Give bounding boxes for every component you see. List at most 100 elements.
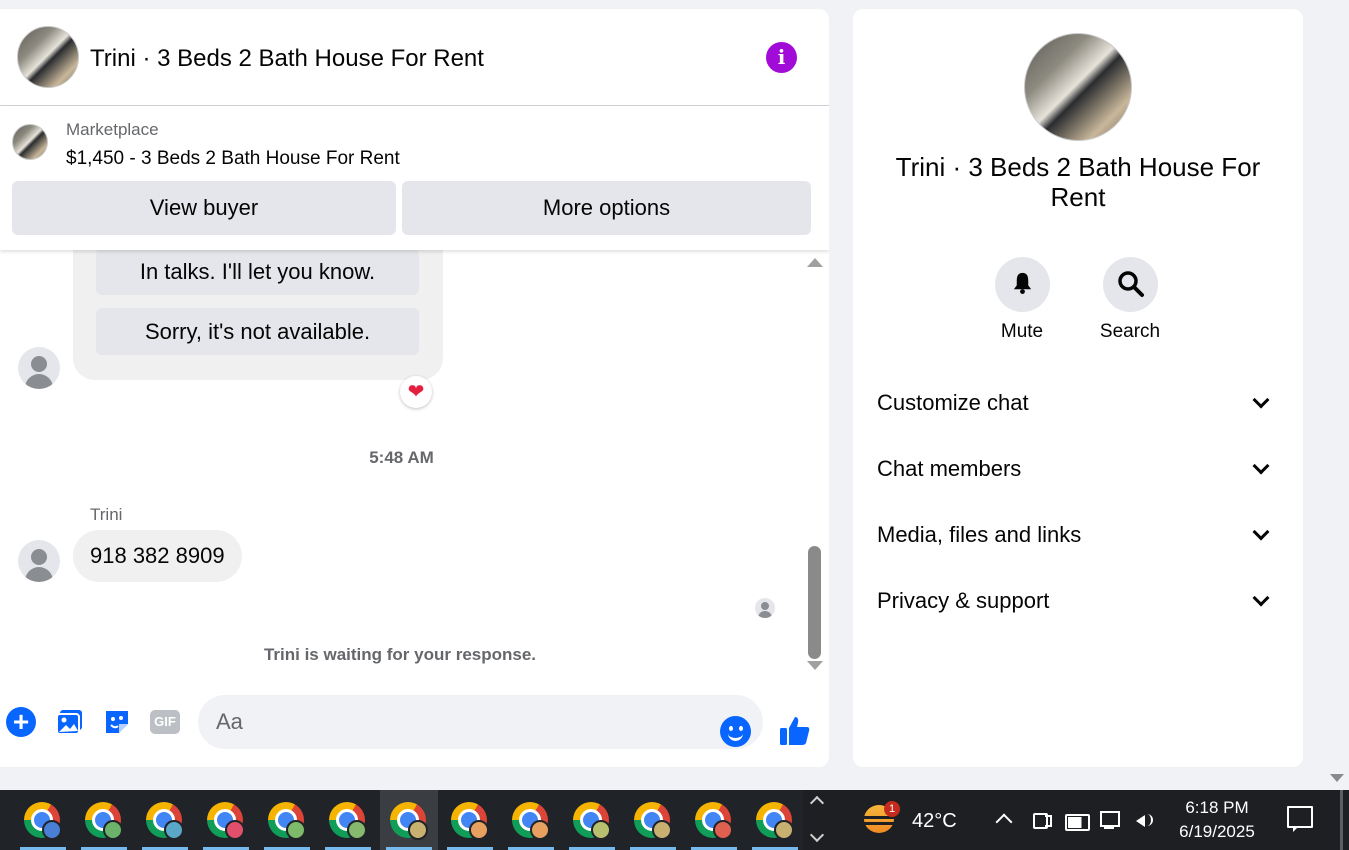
show-desktop-button[interactable]: [1340, 790, 1343, 850]
taskbar-chrome-window[interactable]: [441, 790, 499, 850]
profile-avatar-icon: [713, 820, 733, 840]
section-customize-chat[interactable]: Customize chat: [877, 382, 1279, 422]
profile-avatar-icon: [225, 820, 245, 840]
message-composer: + GIF: [0, 686, 829, 756]
scroll-thumb[interactable]: [808, 546, 821, 659]
chevron-down-icon: [1252, 391, 1270, 409]
volume-icon[interactable]: [1134, 808, 1158, 832]
taskbar-chrome-window[interactable]: [319, 790, 377, 850]
info-icon[interactable]: i: [766, 42, 797, 73]
section-privacy-support[interactable]: Privacy & support: [877, 580, 1279, 620]
taskbar-chrome-window[interactable]: [624, 790, 682, 850]
seen-indicator-avatar: [755, 598, 775, 618]
chat-info-panel: Trini · 3 Beds 2 Bath House For Rent Mut…: [853, 9, 1303, 767]
profile-avatar-icon: [530, 820, 550, 840]
marketplace-label: Marketplace: [66, 120, 159, 139]
search-label: Search: [1099, 321, 1161, 342]
message-bubble[interactable]: 918 382 8909: [73, 530, 242, 582]
profile-avatar-icon: [347, 820, 367, 840]
profile-avatar-icon: [164, 820, 184, 840]
clock-date: 6/19/2025: [1179, 822, 1255, 841]
chevron-down-icon: [1252, 523, 1270, 541]
profile-avatar-icon: [469, 820, 489, 840]
profile-avatar-icon: [42, 820, 62, 840]
weather-temperature[interactable]: 42°C: [912, 810, 957, 833]
photo-icon[interactable]: [55, 707, 85, 737]
profile-avatar-icon: [103, 820, 123, 840]
taskbar: 1 42°C 6:18 PM 6/19/2025: [0, 790, 1349, 850]
search-button[interactable]: Search: [1075, 257, 1185, 343]
view-buyer-button[interactable]: View buyer: [12, 181, 396, 235]
message-scrollbar[interactable]: [803, 250, 827, 675]
info-avatar: [1024, 33, 1132, 141]
chevron-down-icon: [1252, 457, 1270, 475]
taskbar-chrome-window[interactable]: [746, 790, 804, 850]
chat-header: Trini · 3 Beds 2 Bath House For Rent i: [0, 9, 829, 106]
section-label: Privacy & support: [877, 588, 1050, 613]
message-list: In talks. I'll let you know. Sorry, it's…: [0, 250, 803, 675]
section-chat-members[interactable]: Chat members: [877, 448, 1279, 488]
info-title: Trini · 3 Beds 2 Bath House For Rent: [895, 152, 1261, 212]
page-scroll-down-arrow[interactable]: [1330, 774, 1344, 782]
taskbar-chrome-window[interactable]: [14, 790, 72, 850]
network-icon[interactable]: [1098, 808, 1122, 832]
taskbar-chrome-window[interactable]: [75, 790, 133, 850]
thumbs-up-icon[interactable]: [778, 714, 812, 748]
chevron-down-icon[interactable]: [809, 827, 825, 843]
mute-circle[interactable]: [994, 257, 1050, 312]
scroll-down-arrow[interactable]: [807, 661, 823, 670]
battery-icon[interactable]: [1064, 808, 1090, 832]
notification-icon[interactable]: [1287, 806, 1313, 832]
heart-reaction-icon[interactable]: ❤: [400, 376, 432, 408]
sticker-icon[interactable]: [102, 707, 132, 737]
message-timestamp: 5:48 AM: [369, 448, 434, 467]
section-label: Customize chat: [877, 390, 1029, 415]
listing-thumbnail[interactable]: [12, 124, 48, 160]
taskbar-chrome-window[interactable]: [136, 790, 194, 850]
taskbar-scroll[interactable]: [806, 790, 830, 850]
section-label: Media, files and links: [877, 522, 1082, 547]
listing-title[interactable]: $1,450 - 3 Beds 2 Bath House For Rent: [66, 148, 400, 170]
mute-label: Mute: [1000, 321, 1044, 342]
section-media-files-links[interactable]: Media, files and links: [877, 514, 1279, 554]
quick-reply-not-available[interactable]: Sorry, it's not available.: [96, 308, 419, 355]
taskbar-chrome-window[interactable]: [563, 790, 621, 850]
taskbar-chrome-window[interactable]: [685, 790, 743, 850]
section-label: Chat members: [877, 456, 1022, 481]
mute-button[interactable]: Mute: [967, 257, 1077, 343]
show-hidden-icons-icon[interactable]: [992, 808, 1016, 832]
scroll-up-arrow[interactable]: [807, 258, 823, 267]
system-clock[interactable]: 6:18 PM 6/19/2025: [1168, 796, 1266, 844]
message-input[interactable]: [198, 695, 763, 749]
gif-icon[interactable]: GIF: [150, 710, 180, 734]
taskbar-chrome-window[interactable]: [380, 790, 438, 850]
chevron-down-icon: [1252, 589, 1270, 607]
taskbar-chrome-window[interactable]: [502, 790, 560, 850]
plus-icon[interactable]: +: [6, 707, 36, 737]
camera-icon[interactable]: [1030, 808, 1054, 832]
chat-avatar[interactable]: [17, 26, 79, 88]
taskbar-chrome-window[interactable]: [258, 790, 316, 850]
profile-avatar-icon: [286, 820, 306, 840]
profile-avatar-icon: [652, 820, 672, 840]
search-circle[interactable]: [1102, 257, 1158, 312]
sender-avatar: [18, 540, 60, 582]
taskbar-apps: [0, 790, 803, 850]
taskbar-chrome-window[interactable]: [197, 790, 255, 850]
profile-avatar-icon: [408, 820, 428, 840]
chat-panel: Trini · 3 Beds 2 Bath House For Rent i M…: [0, 9, 829, 767]
quick-reply-in-talks[interactable]: In talks. I'll let you know.: [96, 250, 419, 295]
profile-avatar-icon: [591, 820, 611, 840]
chat-title[interactable]: Trini · 3 Beds 2 Bath House For Rent: [90, 45, 484, 73]
sender-avatar: [18, 347, 60, 389]
emoji-icon[interactable]: [720, 716, 751, 747]
profile-avatar-icon: [774, 820, 794, 840]
weather-badge: 1: [884, 801, 900, 817]
sender-name: Trini: [90, 505, 123, 524]
more-options-button[interactable]: More options: [402, 181, 811, 235]
waiting-notice: Trini is waiting for your response.: [263, 645, 537, 664]
quick-reply-card: In talks. I'll let you know. Sorry, it's…: [73, 250, 443, 380]
bell-icon: [1013, 272, 1031, 294]
search-icon: [1117, 271, 1144, 297]
chevron-up-icon[interactable]: [809, 795, 825, 811]
